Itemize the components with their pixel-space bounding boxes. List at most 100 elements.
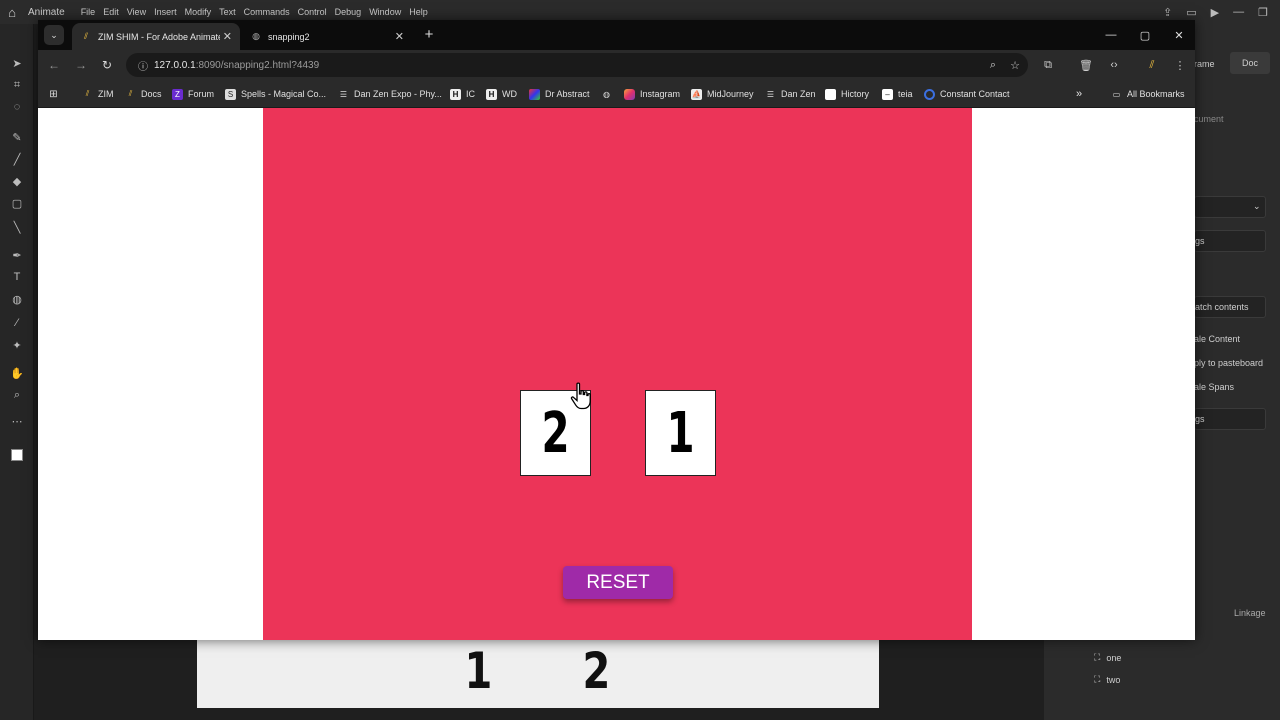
back-icon[interactable]: ← <box>44 55 64 75</box>
dropdown-field[interactable]: ⌄ <box>1194 196 1266 218</box>
selection-tool-icon[interactable]: ➤ <box>8 54 26 72</box>
zoom-tool-icon[interactable]: ⌕ <box>8 386 26 404</box>
bookmark-dan-zen[interactable]: ☰ Dan Zen <box>765 86 816 102</box>
close-tab-icon[interactable]: ✕ <box>223 30 232 43</box>
devtools-icon[interactable]: ‹› <box>1104 55 1124 75</box>
extensions-icon[interactable]: ⧉ <box>1038 55 1058 75</box>
layout-icon[interactable]: ▭ <box>1186 6 1196 19</box>
page-viewport: 2 1 RESET <box>38 108 1195 640</box>
frame-tab[interactable]: rame <box>1194 59 1215 69</box>
bookmark-globe[interactable]: ◍ <box>601 86 617 102</box>
maximize-icon[interactable]: ▢ <box>1134 25 1156 45</box>
play-icon[interactable]: ▶ <box>1211 6 1219 19</box>
instagram-icon <box>624 88 635 100</box>
bookmark-spells[interactable]: S Spells - Magical Co... <box>225 86 326 102</box>
brush-tool-icon[interactable]: ╱ <box>8 150 26 168</box>
menu-insert[interactable]: Insert <box>154 7 177 17</box>
reset-button[interactable]: RESET <box>563 566 673 599</box>
menu-view[interactable]: View <box>127 7 146 17</box>
text-tool-icon[interactable]: T <box>8 268 26 286</box>
apps-icon[interactable]: ⊞ <box>48 86 64 102</box>
pen-tool-icon[interactable]: ✒ <box>8 246 26 264</box>
menu-icon[interactable]: ⋮ <box>1170 55 1190 75</box>
trash-icon[interactable]: 🗑 <box>1076 55 1096 75</box>
browser-window: ⌄ ⫽ ZIM SHIM - For Adobe Animate ✕ ◍ sna… <box>38 20 1195 640</box>
pin-tool-icon[interactable]: ✦ <box>8 336 26 354</box>
bookmark-dr-abstract[interactable]: Dr Abstract <box>529 86 590 102</box>
all-bookmarks-folder[interactable]: ▭ All Bookmarks <box>1111 86 1185 102</box>
minimize-app-icon[interactable]: — <box>1233 6 1244 18</box>
menu-file[interactable]: File <box>81 7 96 17</box>
bookmark-constant-contact[interactable]: Constant Contact <box>924 86 1010 102</box>
stage-number-two[interactable]: 2 <box>582 642 610 700</box>
doc-tab[interactable]: Doc <box>1242 58 1258 68</box>
library-item[interactable]: ⛶ two <box>1094 674 1120 685</box>
tab-search-icon[interactable]: ⌄ <box>44 25 64 45</box>
site-info-icon[interactable]: ⓘ <box>132 58 154 73</box>
line-tool-icon[interactable]: ╲ <box>8 218 26 236</box>
more-tools-icon[interactable]: ⋯ <box>8 412 26 430</box>
hand-cursor-icon <box>570 382 591 410</box>
bookmark-forum[interactable]: Z Forum <box>172 86 214 102</box>
bookmark-zim[interactable]: ⫽ ZIM <box>82 86 114 102</box>
stage-number-one[interactable]: 1 <box>464 642 492 700</box>
reload-icon[interactable]: ↻ <box>97 55 117 75</box>
color-swatch-icon[interactable] <box>8 446 26 464</box>
bookmark-instagram[interactable]: Instagram <box>624 86 680 102</box>
document-label: cument <box>1194 114 1224 124</box>
rectangle-tool-icon[interactable]: ▢ <box>8 194 26 212</box>
eraser-tool-icon[interactable]: ◆ <box>8 172 26 190</box>
bookmark-midjourney[interactable]: ⛵ MidJourney <box>691 86 754 102</box>
menu-help[interactable]: Help <box>409 7 428 17</box>
paint-bucket-tool-icon[interactable]: ◍ <box>8 290 26 308</box>
stage-artboard: 1 2 <box>197 640 879 708</box>
bookmark-hictory[interactable]: Hictory <box>825 86 869 102</box>
minimize-icon[interactable]: — <box>1100 25 1122 45</box>
bookmark-teia[interactable]: – teia <box>882 86 913 102</box>
menu-window[interactable]: Window <box>369 7 401 17</box>
draggable-card-one[interactable]: 1 <box>645 390 716 476</box>
app-canvas: 2 1 RESET <box>263 108 972 640</box>
share-icon[interactable]: ⇪ <box>1163 6 1172 19</box>
settings-field[interactable]: gs <box>1194 230 1266 252</box>
close-tab-icon[interactable]: ✕ <box>395 30 404 43</box>
zim-extension-icon[interactable]: ⫽ <box>1142 55 1162 75</box>
close-window-icon[interactable]: ✕ <box>1168 25 1190 45</box>
menu-modify[interactable]: Modify <box>185 7 212 17</box>
forward-icon[interactable]: → <box>71 55 91 75</box>
scale-spans-checkbox[interactable]: ale Spans <box>1194 382 1234 392</box>
chevron-down-icon: ⌄ <box>1253 201 1261 211</box>
drabstract-icon <box>529 88 540 100</box>
address-bar[interactable]: ⓘ 127.0.0.1 :8090/snapping2.html?4439 ⌕ … <box>126 53 1028 77</box>
url-host: 127.0.0.1 <box>154 59 196 71</box>
menu-debug[interactable]: Debug <box>335 7 362 17</box>
bookmark-dan-zen-expo[interactable]: ☰ Dan Zen Expo - Phy... <box>338 86 442 102</box>
tab-snapping2[interactable]: ◍ snapping2 ✕ <box>242 23 412 50</box>
hand-tool-icon[interactable]: ✋ <box>8 364 26 382</box>
eyedropper-tool-icon[interactable]: ⁄ <box>8 314 26 332</box>
zim-icon: ⫽ <box>85 89 90 98</box>
restore-app-icon[interactable]: ❐ <box>1258 6 1268 19</box>
settings-button[interactable]: gs <box>1194 408 1266 430</box>
menu-control[interactable]: Control <box>298 7 327 17</box>
bookmark-star-icon[interactable]: ☆ <box>1010 59 1020 72</box>
menu-edit[interactable]: Edit <box>103 7 119 17</box>
tab-zim-shim[interactable]: ⫽ ZIM SHIM - For Adobe Animate ✕ <box>72 23 240 50</box>
free-transform-tool-icon[interactable]: ⌗ <box>8 76 26 94</box>
more-bookmarks-icon[interactable]: » <box>1076 86 1082 102</box>
lasso-tool-icon[interactable]: ◌ <box>8 98 26 116</box>
match-contents-button[interactable]: atch contents <box>1194 296 1266 318</box>
folder-icon: ▭ <box>1112 89 1121 99</box>
zoom-icon[interactable]: ⌕ <box>990 59 996 72</box>
pencil-tool-icon[interactable]: ✎ <box>8 128 26 146</box>
new-tab-icon[interactable]: + <box>419 24 439 44</box>
menu-text[interactable]: Text <box>219 7 236 17</box>
apply-pasteboard-checkbox[interactable]: ply to pasteboard <box>1194 358 1263 368</box>
bookmark-wd[interactable]: H WD <box>486 86 517 102</box>
home-icon[interactable]: ⌂ <box>0 0 24 24</box>
bookmark-docs[interactable]: ⫽ Docs <box>125 86 162 102</box>
menu-commands[interactable]: Commands <box>244 7 290 17</box>
bookmark-ic[interactable]: H IC <box>450 86 475 102</box>
scale-content-checkbox[interactable]: ale Content <box>1194 334 1240 344</box>
library-item[interactable]: ⛶ one <box>1094 652 1121 663</box>
